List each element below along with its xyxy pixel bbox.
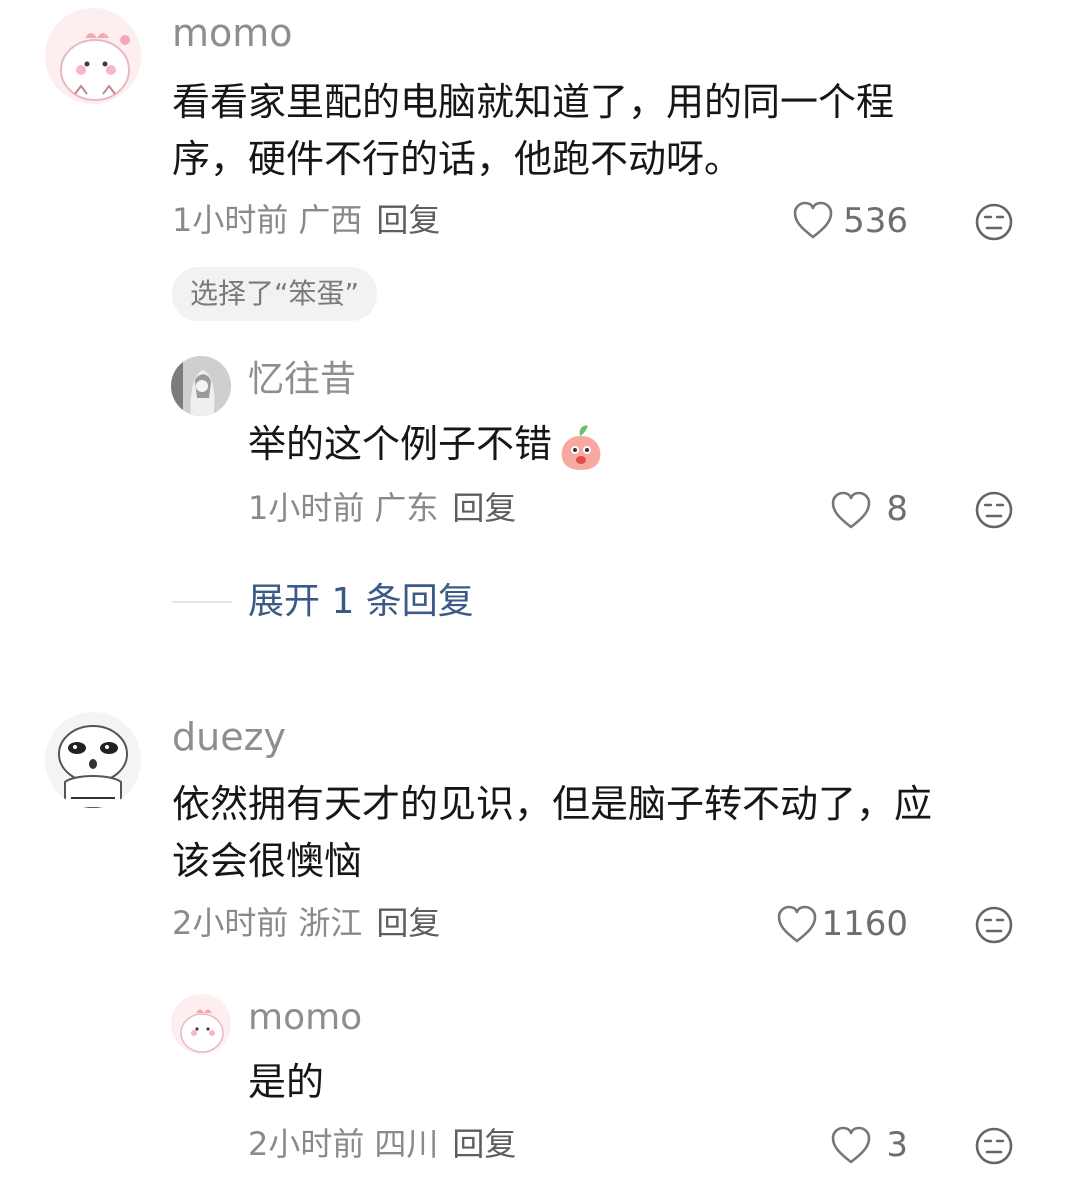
comment-text-line: 看看家里配的电脑就知道了，用的同一个程 bbox=[172, 80, 895, 124]
reply-location: 四川 bbox=[374, 1125, 439, 1163]
neutral-face-icon[interactable] bbox=[974, 905, 1014, 945]
reply-button[interactable]: 回复 bbox=[376, 904, 440, 942]
avatar[interactable] bbox=[171, 994, 231, 1054]
reply-meta: 1小时前 广东 回复 bbox=[248, 492, 516, 524]
comment-text: 依然拥有天才的见识，但是脑子转不动了，应 该会很懊恼 bbox=[172, 776, 1052, 890]
comment-text-line: 依然拥有天才的见识，但是脑子转不动了，应 bbox=[172, 782, 933, 826]
like-count: 3 bbox=[886, 1125, 908, 1165]
expand-divider bbox=[172, 601, 232, 603]
anime-character-avatar-icon bbox=[171, 356, 231, 416]
comment-username[interactable]: momo bbox=[172, 14, 293, 52]
expand-replies-button[interactable]: 展开 1 条回复 bbox=[248, 584, 474, 620]
comment-time: 2小时前 bbox=[172, 904, 289, 942]
reply-time: 1小时前 bbox=[248, 489, 365, 527]
like-count: 536 bbox=[843, 201, 908, 241]
reply-text-row: 举的这个例子不错 bbox=[248, 416, 948, 473]
reply-username[interactable]: 忆往昔 bbox=[248, 362, 356, 398]
reply-button[interactable]: 回复 bbox=[452, 1125, 516, 1163]
reply-text: 举的这个例子不错 bbox=[248, 422, 553, 466]
reply-button[interactable]: 回复 bbox=[452, 489, 516, 527]
reply-time: 2小时前 bbox=[248, 1125, 365, 1163]
avatar[interactable] bbox=[45, 712, 141, 808]
neutral-face-icon[interactable] bbox=[974, 1126, 1014, 1166]
reply-button[interactable]: 回复 bbox=[376, 201, 440, 239]
neutral-face-icon[interactable] bbox=[974, 202, 1014, 242]
reply-location: 广东 bbox=[374, 489, 439, 527]
comment-text-line: 该会很懊恼 bbox=[172, 839, 363, 883]
comment-username[interactable]: duezy bbox=[172, 718, 286, 756]
avatar[interactable] bbox=[171, 356, 231, 416]
avatar[interactable] bbox=[45, 8, 141, 104]
comment-meta: 2小时前 浙江 回复 bbox=[172, 907, 440, 939]
comment-text: 看看家里配的电脑就知道了，用的同一个程 序，硬件不行的话，他跑不动呀。 bbox=[172, 74, 1032, 188]
peach-emoji-icon bbox=[556, 422, 606, 472]
reply-username[interactable]: momo bbox=[248, 1000, 362, 1036]
reply-text: 是的 bbox=[248, 1060, 325, 1104]
sketch-face-avatar-icon bbox=[45, 712, 141, 808]
like-count: 8 bbox=[886, 489, 908, 529]
comment-location: 广西 bbox=[298, 201, 363, 239]
like-count: 1160 bbox=[821, 904, 908, 944]
vote-choice-chip: 选择了“笨蛋” bbox=[172, 267, 378, 321]
comment-time: 1小时前 bbox=[172, 201, 289, 239]
comment-text-line: 序，硬件不行的话，他跑不动呀。 bbox=[172, 137, 743, 181]
reply-meta: 2小时前 四川 回复 bbox=[248, 1128, 516, 1160]
neutral-face-icon[interactable] bbox=[974, 490, 1014, 530]
comment-meta: 1小时前 广西 回复 bbox=[172, 204, 440, 236]
pink-creature-avatar-icon bbox=[171, 994, 231, 1054]
comment-location: 浙江 bbox=[298, 904, 363, 942]
pink-creature-avatar-icon bbox=[45, 8, 141, 104]
